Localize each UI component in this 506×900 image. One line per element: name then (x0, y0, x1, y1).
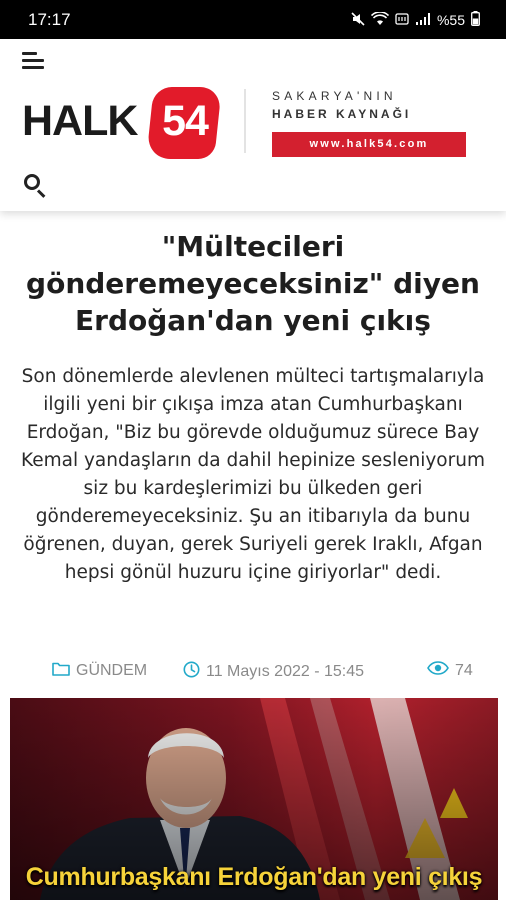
hero-caption: Cumhurbaşkanı Erdoğan'dan yeni çıkış (25, 863, 483, 891)
wifi-icon (370, 10, 390, 29)
status-bar: 17:17 %55 (0, 0, 506, 39)
search-icon[interactable] (22, 172, 50, 200)
view-count-text: 74 (455, 661, 473, 679)
category-label: GÜNDEM (76, 662, 148, 679)
publish-date: 11 Mayıs 2022 - 15:45 (183, 661, 364, 683)
clock-icon (183, 661, 200, 683)
site-url-badge: www.halk54.com (272, 132, 466, 157)
logo-number: 54 (162, 97, 209, 145)
volte-icon (395, 12, 409, 29)
site-header: HALK 54 SAKARYA'NIN HABER KAYNAĞI www.ha… (0, 39, 506, 211)
eye-icon (427, 661, 449, 680)
category-link[interactable]: GÜNDEM (52, 661, 147, 681)
battery-level: %55 (436, 12, 465, 28)
folder-icon (52, 661, 70, 681)
hamburger-menu-icon[interactable] (22, 50, 48, 72)
battery-icon (471, 11, 480, 29)
article-hero-image[interactable]: Cumhurbaşkanı Erdoğan'dan yeni çıkış (10, 698, 498, 900)
article-summary: Son dönemlerde alevlenen mülteci tartışm… (21, 366, 485, 583)
article-title: "Mültecileri gönderemeyeceksiniz" diyen … (26, 230, 480, 337)
status-time: 17:17 (28, 10, 71, 29)
logo-text: HALK (22, 97, 138, 145)
view-count: 74 (427, 661, 473, 680)
tagline-top: SAKARYA'NIN (272, 89, 397, 103)
mute-icon (351, 11, 365, 29)
signal-icon (415, 12, 431, 29)
tagline-bottom: HABER KAYNAĞI (272, 107, 412, 121)
publish-date-text: 11 Mayıs 2022 - 15:45 (206, 663, 365, 680)
status-icons: %55 (351, 10, 480, 29)
header-divider (244, 89, 246, 153)
article-meta: GÜNDEM 11 Mayıs 2022 - 15:45 74 (0, 659, 506, 683)
site-logo[interactable]: HALK 54 (22, 87, 222, 159)
